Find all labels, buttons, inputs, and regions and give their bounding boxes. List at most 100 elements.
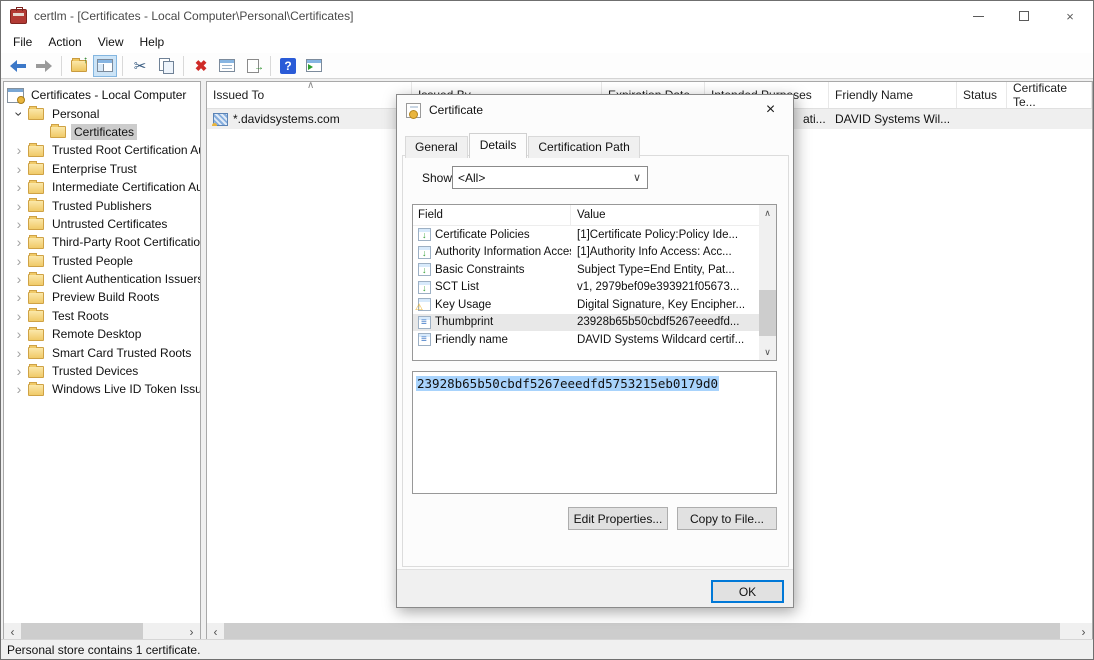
field-column-header[interactable]: Field (413, 205, 571, 225)
field-row[interactable]: Key Usage Digital Signature, Key Enciphe… (413, 296, 776, 314)
friendly-name-value: DAVID Systems Wil... (835, 112, 950, 126)
tree-chevron-icon[interactable] (10, 290, 28, 304)
ok-button[interactable]: OK (711, 580, 784, 603)
properties-button[interactable] (215, 55, 239, 77)
field-row[interactable]: Certificate Policies [1]Certificate Poli… (413, 226, 776, 244)
tree-chevron-icon[interactable] (10, 364, 28, 378)
cut-button[interactable]: ✂ (128, 55, 152, 77)
tree-item[interactable]: Trusted Root Certification Au (4, 141, 200, 159)
up-one-level-button[interactable]: ↑ (67, 55, 91, 77)
scroll-right-icon[interactable]: › (1075, 623, 1092, 640)
scroll-down-icon[interactable]: ∨ (759, 344, 776, 360)
back-button[interactable] (6, 55, 30, 77)
field-detail-box[interactable]: 23928b65b50cbdf5267eeedfd5753215eb0179d0 (412, 371, 777, 494)
menu-action[interactable]: Action (40, 32, 89, 52)
show-console-tree-button[interactable] (93, 55, 117, 77)
tree-item[interactable]: Trusted Publishers (4, 196, 200, 214)
tree-item[interactable]: Preview Build Roots (4, 288, 200, 306)
tree-item-root[interactable]: Certificates - Local Computer (4, 86, 200, 104)
tree-item[interactable]: Test Roots (4, 307, 200, 325)
field-row[interactable]: Friendly name DAVID Systems Wildcard cer… (413, 331, 776, 349)
new-window-button[interactable] (302, 55, 326, 77)
minimize-button[interactable] (955, 1, 1001, 31)
field-value: v1, 2979bef09e393921f05673... (571, 281, 759, 293)
tree-item-label: Third-Party Root Certification (49, 234, 201, 250)
scroll-up-icon[interactable]: ∧ (759, 205, 776, 221)
tree-chevron-icon[interactable] (10, 272, 28, 286)
edit-properties-button[interactable]: Edit Properties... (568, 507, 668, 530)
certificate-icon (406, 103, 421, 118)
field-row[interactable]: Authority Information Access [1]Authorit… (413, 244, 776, 262)
value-column-header[interactable]: Value (571, 209, 776, 221)
tree-item[interactable]: Windows Live ID Token Issuer (4, 380, 200, 398)
scroll-right-icon[interactable]: › (183, 623, 200, 640)
column-certificate-template[interactable]: Certificate Te... (1007, 82, 1092, 108)
field-list-scrollbar[interactable]: ∧ ∨ (759, 205, 776, 360)
menu-view[interactable]: View (90, 32, 132, 52)
column-friendly-name[interactable]: Friendly Name (829, 82, 957, 108)
forward-button[interactable] (32, 55, 56, 77)
tree-chevron-icon[interactable] (10, 346, 28, 360)
menu-help[interactable]: Help (132, 32, 173, 52)
dialog-tab[interactable]: Details (469, 133, 528, 158)
tree-chevron-icon[interactable] (10, 217, 28, 231)
tree-item[interactable]: Client Authentication Issuers (4, 270, 200, 288)
tree-chevron-icon[interactable] (10, 254, 28, 268)
field-row[interactable]: Thumbprint 23928b65b50cbdf5267eeedfd... (413, 314, 776, 332)
tree-horizontal-scrollbar[interactable]: ‹ › (4, 623, 200, 640)
menu-file[interactable]: File (5, 32, 40, 52)
tree-item[interactable]: Trusted People (4, 252, 200, 270)
show-dropdown[interactable]: <All> ∨ (452, 166, 648, 189)
properties-icon (219, 59, 235, 72)
scrollbar-thumb[interactable] (759, 290, 776, 336)
tree-item[interactable]: Third-Party Root Certification (4, 233, 200, 251)
tree-item[interactable]: Certificates (4, 123, 200, 141)
tree-chevron-icon[interactable] (10, 235, 28, 249)
list-horizontal-scrollbar[interactable]: ‹ › (207, 623, 1092, 640)
tree-chevron-icon[interactable] (10, 162, 28, 176)
scrollbar-thumb[interactable] (21, 623, 143, 640)
tree-chevron-icon[interactable] (10, 309, 28, 323)
help-button[interactable]: ? (276, 55, 300, 77)
maximize-button[interactable] (1001, 1, 1047, 31)
delete-button[interactable]: ✖ (189, 55, 213, 77)
field-row[interactable]: SCT List v1, 2979bef09e393921f05673... (413, 279, 776, 297)
field-name: Basic Constraints (435, 264, 524, 276)
export-list-button[interactable]: → (241, 55, 265, 77)
minimize-icon (973, 16, 984, 17)
tree-chevron-icon[interactable] (10, 143, 28, 157)
dialog-tab[interactable]: General (405, 136, 468, 158)
copy-button[interactable] (154, 55, 178, 77)
scrollbar-thumb[interactable] (224, 623, 1060, 640)
toolbar-separator (61, 56, 62, 76)
tree-item[interactable]: Enterprise Trust (4, 160, 200, 178)
dialog-tab[interactable]: Certification Path (528, 136, 639, 158)
scroll-left-icon[interactable]: ‹ (207, 623, 224, 640)
tree-chevron-icon[interactable] (10, 199, 28, 213)
field-value: DAVID Systems Wildcard certif... (571, 334, 759, 346)
tree-item[interactable]: Remote Desktop (4, 325, 200, 343)
tree-item[interactable]: Smart Card Trusted Roots (4, 343, 200, 361)
column-issued-to[interactable]: Issued To ∧ (207, 82, 412, 108)
field-name: SCT List (435, 281, 479, 293)
tree-item[interactable]: Untrusted Certificates (4, 215, 200, 233)
tree-chevron-icon[interactable] (10, 327, 28, 341)
field-icon (418, 228, 431, 241)
tree-item-label: Trusted People (49, 253, 136, 269)
dialog-close-button[interactable]: × (748, 95, 793, 124)
tree-item[interactable]: Trusted Devices (4, 362, 200, 380)
issued-to-value: *.davidsystems.com (233, 112, 340, 126)
tree-chevron-icon[interactable] (10, 180, 28, 194)
scroll-left-icon[interactable]: ‹ (4, 623, 21, 640)
field-row[interactable]: Basic Constraints Subject Type=End Entit… (413, 261, 776, 279)
tree-item[interactable]: Personal (4, 104, 200, 122)
folder-icon (28, 310, 44, 322)
folder-icon (28, 366, 44, 378)
copy-to-file-button[interactable]: Copy to File... (677, 507, 777, 530)
tree-chevron-icon[interactable] (10, 107, 28, 121)
tree-item[interactable]: Intermediate Certification Au (4, 178, 200, 196)
tree-chevron-icon[interactable] (10, 382, 28, 396)
column-status[interactable]: Status (957, 82, 1007, 108)
thumbprint-value[interactable]: 23928b65b50cbdf5267eeedfd5753215eb0179d0 (416, 376, 719, 391)
close-button[interactable]: × (1047, 1, 1093, 31)
